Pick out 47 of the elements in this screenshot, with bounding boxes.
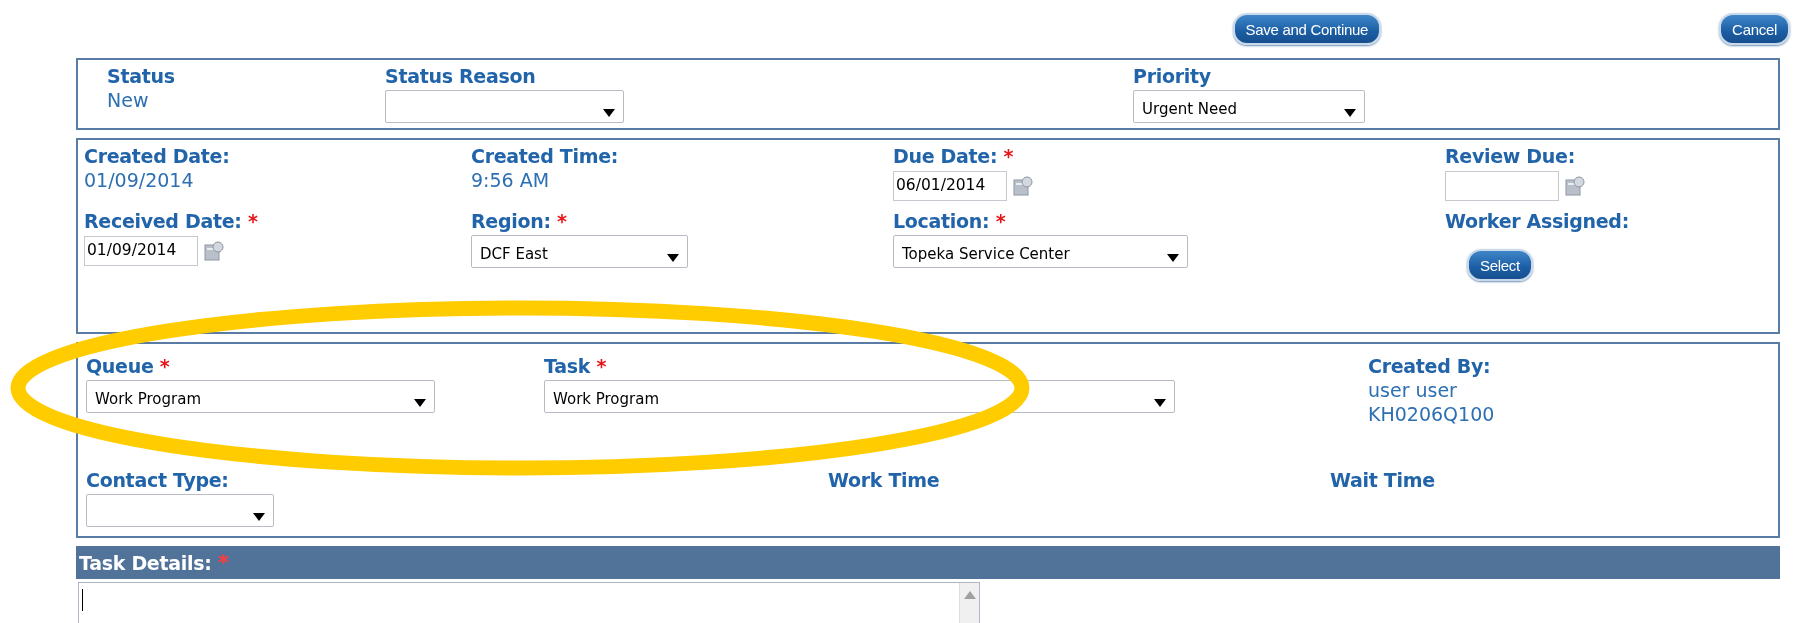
- dropdown-field[interactable]: [385, 90, 624, 123]
- field-label: Worker Assigned:: [1445, 209, 1629, 233]
- field-label: Status: [107, 64, 175, 88]
- dropdown-caret-icon: [1167, 253, 1179, 262]
- save-button[interactable]: Save and Continue: [1232, 13, 1382, 45]
- field-label: Created Time:: [471, 144, 619, 168]
- date-input[interactable]: 06/01/2014: [893, 171, 1007, 201]
- field-label: Created By:: [1368, 354, 1491, 378]
- calendar-icon[interactable]: [204, 240, 224, 262]
- field-label: Location: *: [893, 209, 1006, 233]
- dropdown-field[interactable]: Urgent Need: [1133, 90, 1365, 123]
- date-input[interactable]: [1445, 171, 1559, 201]
- field-label: Wait Time: [1330, 468, 1435, 492]
- dropdown-caret-icon: [667, 253, 679, 262]
- dropdown-caret-icon: [253, 512, 265, 521]
- field-value: user user: [1368, 378, 1457, 402]
- dropdown-field[interactable]: Topeka Service Center: [893, 235, 1188, 268]
- calendar-icon[interactable]: [1565, 175, 1585, 197]
- dropdown-field[interactable]: DCF East: [471, 235, 688, 268]
- field-label: Priority: [1133, 64, 1211, 88]
- field-label: Queue *: [86, 354, 170, 378]
- dropdown-caret-icon: [603, 108, 615, 117]
- field-label: Review Due:: [1445, 144, 1575, 168]
- section-title: Task Details: *: [79, 550, 230, 575]
- calendar-icon[interactable]: [1013, 175, 1033, 197]
- field-value: 9:56 AM: [471, 168, 550, 192]
- field-label: Task *: [544, 354, 607, 378]
- dropdown-field[interactable]: Work Program: [544, 380, 1175, 413]
- field-label: Work Time: [828, 468, 940, 492]
- field-label: Due Date: *: [893, 144, 1014, 168]
- dropdown-caret-icon: [414, 398, 426, 407]
- date-input[interactable]: 01/09/2014: [84, 236, 198, 266]
- dropdown-caret-icon: [1154, 398, 1166, 407]
- field-label: Contact Type:: [86, 468, 229, 492]
- field-label: Status Reason: [385, 64, 536, 88]
- dropdown-caret-icon: [1344, 108, 1356, 117]
- scroll-up-icon[interactable]: [963, 591, 976, 599]
- field-label: Created Date:: [84, 144, 230, 168]
- field-value: KH0206Q100: [1368, 402, 1495, 426]
- field-value: 01/09/2014: [84, 168, 194, 192]
- dropdown-field[interactable]: Work Program: [86, 380, 435, 413]
- field-value: New: [107, 88, 149, 112]
- select-button[interactable]: Select: [1467, 249, 1533, 281]
- dropdown-field[interactable]: [86, 494, 274, 527]
- cancel-button[interactable]: Cancel: [1719, 13, 1790, 45]
- field-label: Region: *: [471, 209, 567, 233]
- field-label: Received Date: *: [84, 209, 258, 233]
